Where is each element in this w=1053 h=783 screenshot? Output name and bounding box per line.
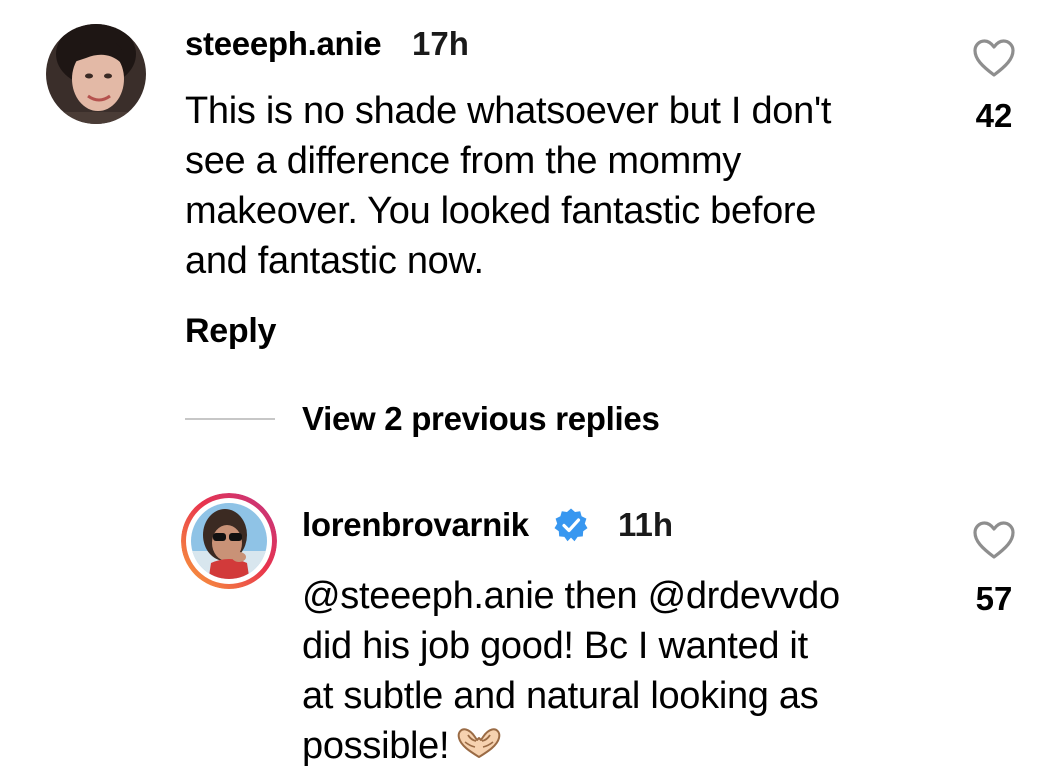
avatar-lorenbrovarnik[interactable] [181,493,277,589]
comment-text-line: see a difference from the mommy [185,140,742,182]
reply-text: @steeeph.anie then @drdevvdo did his job… [302,571,840,771]
reply-text-line: @steeeph.anie then @drdevvdo [302,575,840,617]
comment-text-line: This is no shade whatsoever but I don't [185,90,832,132]
like-heart-icon[interactable] [972,38,1016,78]
comment-text-line: and fantastic now. [185,240,484,282]
like-count: 57 [975,580,1013,617]
like-heart-icon[interactable] [972,520,1016,560]
verified-badge-icon [553,507,589,543]
view-previous-replies-button[interactable]: View 2 previous replies [302,400,660,438]
reply-text-line: possible! [302,725,450,767]
reply-username[interactable]: lorenbrovarnik [302,506,529,544]
reply-timestamp: 11h [618,506,674,543]
comment-text: This is no shade whatsoever but I don't … [185,86,831,286]
reply-button[interactable]: Reply [185,312,276,351]
comment-timestamp: 17h [412,25,469,62]
heart-hands-emoji-icon [455,723,503,773]
reply-text-line: at subtle and natural looking as [302,675,819,717]
avatar-steeeph-anie[interactable] [46,24,146,124]
comment-username[interactable]: steeeph.anie [185,25,382,63]
thread-divider [185,418,275,420]
like-count: 42 [975,97,1013,134]
comment-text-line: makeover. You looked fantastic before [185,190,817,232]
reply-text-line: did his job good! Bc I wanted it [302,625,808,667]
